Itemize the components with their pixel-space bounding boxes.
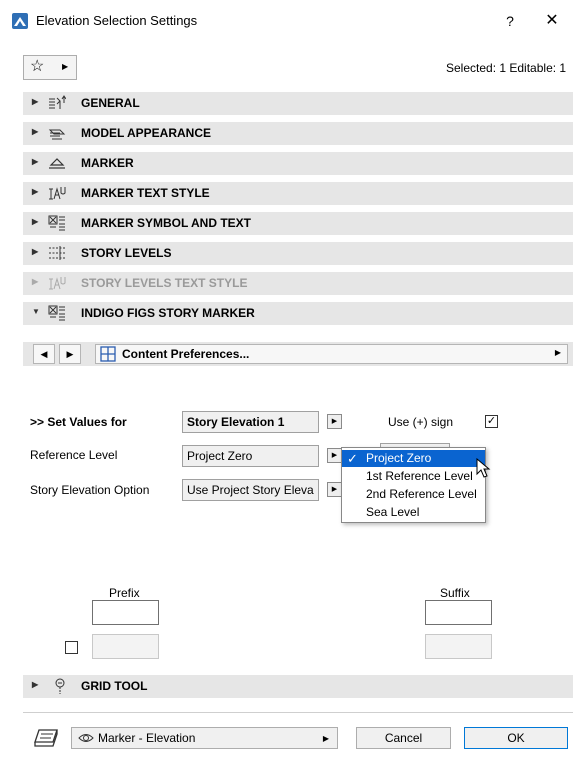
chevron-right-icon: ▶ [62,62,69,71]
panel-label: GENERAL [81,96,140,110]
dropdown-option[interactable]: ✓ Project Zero [342,450,485,467]
option-checkbox[interactable] [65,641,78,654]
eye-icon [78,734,94,742]
chevron-right-icon: ▶ [322,734,329,743]
grid-layout-icon [100,346,116,362]
chevron-right-icon: ▶ [554,348,561,357]
panel-general[interactable]: ▶ GENERAL [23,92,573,115]
marker-icon [49,158,65,169]
close-button[interactable]: ✕ [540,10,564,32]
suffix-input[interactable] [425,600,492,625]
set-values-label: >> Set Values for [30,415,127,429]
expand-arrow-icon: ▶ [32,277,39,286]
set-values-arrow-icon[interactable]: ▶ [327,414,342,429]
story-elevation-option-label: Story Elevation Option [30,483,150,497]
story-elevation-arrow-icon[interactable]: ▶ [327,482,342,497]
panel-indigo-figs-story-marker[interactable]: ▼ INDIGO FIGS STORY MARKER [23,302,573,325]
panel-label: INDIGO FIGS STORY MARKER [81,306,255,320]
panel-marker-text-style[interactable]: ▶ MARKER TEXT STYLE [23,182,573,205]
checkmark-icon: ✓ [347,451,358,466]
content-preferences-select[interactable]: Content Preferences... ▶ [95,344,568,364]
ok-button[interactable]: OK [464,727,568,749]
prefix-input[interactable] [92,600,159,625]
text-style-icon [49,187,66,200]
reference-level-dropdown: ✓ Project Zero 1st Reference Level 2nd R… [341,447,486,523]
help-button[interactable]: ? [498,10,522,32]
next-arrow-icon[interactable]: ▶ [59,344,81,364]
selection-status: Selected: 1 Editable: 1 [446,61,567,75]
panel-label: GRID TOOL [81,679,148,693]
panel-marker[interactable]: ▶ MARKER [23,152,573,175]
expand-arrow-icon: ▶ [32,680,39,689]
set-values-field[interactable]: Story Elevation 1 [182,411,319,433]
title-bar: Elevation Selection Settings ? ✕ [0,0,573,42]
symbol-text-icon [48,305,65,321]
panel-label: MARKER SYMBOL AND TEXT [81,216,252,230]
expand-arrow-icon: ▶ [32,187,39,196]
expand-arrow-icon: ▶ [32,127,39,136]
suffix-label: Suffix [440,586,470,600]
mouse-cursor-icon [476,458,491,478]
panel-story-levels-text-style: ▶ STORY LEVELS TEXT STYLE [23,272,573,295]
dropdown-option[interactable]: 2nd Reference Level [342,486,485,503]
symbol-text-icon [48,215,65,231]
content-preferences-bar: ◀ ▶ Content Preferences... ▶ [23,342,573,366]
prefix-label: Prefix [109,586,140,600]
prev-arrow-icon[interactable]: ◀ [33,344,55,364]
favorites-button[interactable]: ☆ ▶ [23,55,77,80]
panel-label: MARKER TEXT STYLE [81,186,210,200]
expand-arrow-icon: ▶ [32,97,39,106]
panel-label: MODEL APPEARANCE [81,126,212,140]
expand-arrow-icon: ▶ [32,247,39,256]
expand-arrow-icon: ▶ [32,157,39,166]
reference-level-arrow-icon[interactable]: ▶ [327,448,342,463]
story-elevation-option-field[interactable]: Use Project Story Eleva [182,479,319,501]
dropdown-option[interactable]: 1st Reference Level [342,468,485,485]
use-plus-sign-checkbox[interactable]: ✓ [485,415,498,428]
dropdown-option[interactable]: Sea Level [342,504,485,521]
panel-story-levels[interactable]: ▶ STORY LEVELS [23,242,573,265]
grid-tool-icon [55,678,65,694]
view-select-label: Marker - Elevation [98,731,196,745]
general-icon [49,95,66,109]
prefix-secondary-input [92,634,159,659]
use-plus-sign-label: Use (+) sign [388,415,454,429]
content-preferences-label: Content Preferences... [122,347,250,361]
panel-marker-symbol-and-text[interactable]: ▶ MARKER SYMBOL AND TEXT [23,212,573,235]
reference-level-label: Reference Level [30,448,118,462]
star-icon: ☆ [30,58,45,75]
panel-model-appearance[interactable]: ▶ MODEL APPEARANCE [23,122,573,145]
panel-grid-tool[interactable]: ▶ GRID TOOL [23,675,573,698]
view-select[interactable]: Marker - Elevation ▶ [71,727,338,749]
cancel-button[interactable]: Cancel [356,727,451,749]
divider [23,712,573,713]
panel-label: STORY LEVELS TEXT STYLE [81,276,248,290]
text-style-icon [49,277,66,290]
collapse-arrow-icon: ▼ [32,307,40,316]
archicad-app-icon [12,13,28,29]
window-title: Elevation Selection Settings [36,13,198,28]
model-appearance-icon [48,129,66,140]
expand-arrow-icon: ▶ [32,217,39,226]
story-levels-icon [49,246,65,260]
panel-label: MARKER [81,156,134,170]
view-layout-icon[interactable] [33,728,59,748]
reference-level-field[interactable]: Project Zero [182,445,319,467]
panel-label: STORY LEVELS [81,246,172,260]
suffix-secondary-input [425,634,492,659]
